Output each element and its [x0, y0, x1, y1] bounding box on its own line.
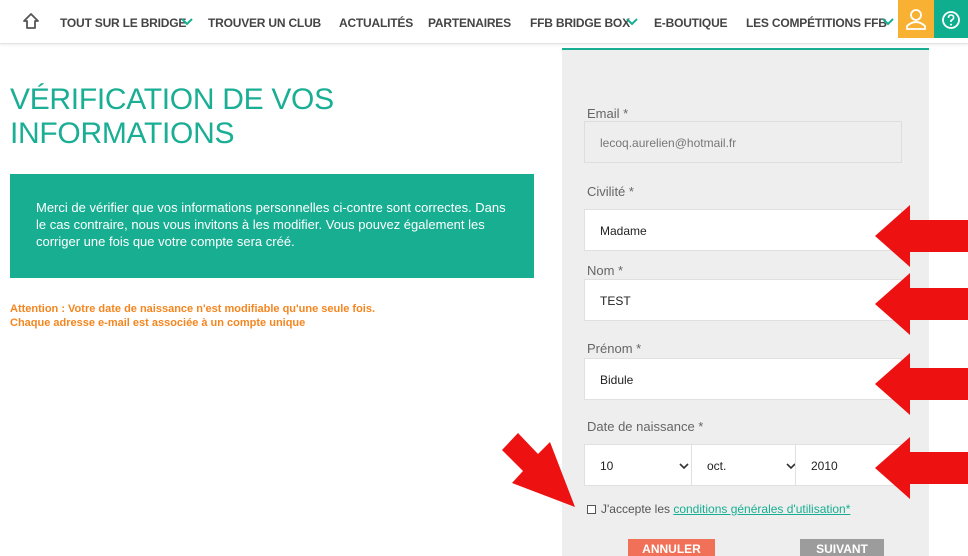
nom-label: Nom * — [587, 263, 624, 278]
nav-les-competitions-ffb[interactable]: LES COMPÉTITIONS FFB — [746, 16, 887, 30]
dob-day-value: 10 — [600, 459, 614, 473]
dob-month-select[interactable]: oct. — [691, 444, 808, 486]
civilite-label: Civilité * — [587, 184, 634, 199]
chevron-down-icon[interactable] — [882, 17, 894, 26]
help-icon — [942, 11, 960, 29]
dob-month-value: oct. — [707, 459, 727, 473]
nav-tout-sur-le-bridge[interactable]: TOUT SUR LE BRIDGE — [60, 16, 186, 30]
info-message-box: Merci de vérifier que vos informations p… — [10, 174, 534, 278]
civilite-select[interactable]: Madame — [584, 209, 902, 251]
page-title: VÉRIFICATION DE VOS INFORMATIONS — [10, 83, 490, 151]
nav-trouver-un-club[interactable]: TROUVER UN CLUB — [208, 16, 321, 30]
page-title-line2: INFORMATIONS — [10, 117, 235, 150]
prenom-label: Prénom * — [587, 341, 642, 356]
nav-ffb-bridge-box[interactable]: FFB BRIDGE BOX — [530, 16, 630, 30]
home-icon[interactable] — [22, 12, 40, 30]
dob-year-value: 2010 — [811, 459, 838, 473]
warning-line2: Chaque adresse e-mail est associée à un … — [10, 317, 306, 329]
email-label: Email * — [587, 106, 629, 121]
accept-prefix: J'accepte les — [601, 502, 674, 516]
email-field: lecoq.aurelien@hotmail.fr — [584, 121, 902, 163]
prenom-field[interactable]: Bidule — [584, 358, 902, 400]
info-message-text: Merci de vérifier que vos informations p… — [36, 200, 506, 249]
chevron-down-icon — [679, 463, 689, 470]
cancel-button[interactable]: ANNULER — [628, 539, 715, 556]
dob-day-select[interactable]: 10 — [584, 444, 692, 486]
dob-label: Date de naissance * — [587, 419, 704, 434]
nav-partenaires[interactable]: PARTENAIRES — [428, 16, 511, 30]
help-button[interactable] — [934, 0, 968, 38]
nav-e-boutique[interactable]: E-BOUTIQUE — [654, 16, 728, 30]
next-button[interactable]: SUIVANT — [800, 539, 884, 556]
chevron-down-icon[interactable] — [181, 17, 193, 26]
chevron-down-icon[interactable] — [626, 17, 638, 26]
nav-actualites[interactable]: ACTUALITÉS — [339, 16, 413, 30]
user-account-button[interactable] — [898, 0, 934, 38]
accept-terms: J'accepte les conditions générales d'uti… — [601, 502, 850, 516]
top-navigation: TOUT SUR LE BRIDGE TROUVER UN CLUB ACTUA… — [0, 0, 968, 44]
page-title-line1: VÉRIFICATION DE VOS — [10, 83, 334, 116]
user-icon — [906, 9, 926, 30]
dob-year-select[interactable]: 2010 — [795, 444, 902, 486]
warning-message: Attention : Votre date de naissance n'es… — [10, 302, 530, 330]
accept-checkbox[interactable] — [587, 505, 596, 514]
terms-link[interactable]: conditions générales d'utilisation* — [673, 502, 850, 516]
warning-line1: Attention : Votre date de naissance n'es… — [10, 303, 376, 315]
nom-field[interactable]: TEST — [584, 279, 902, 321]
